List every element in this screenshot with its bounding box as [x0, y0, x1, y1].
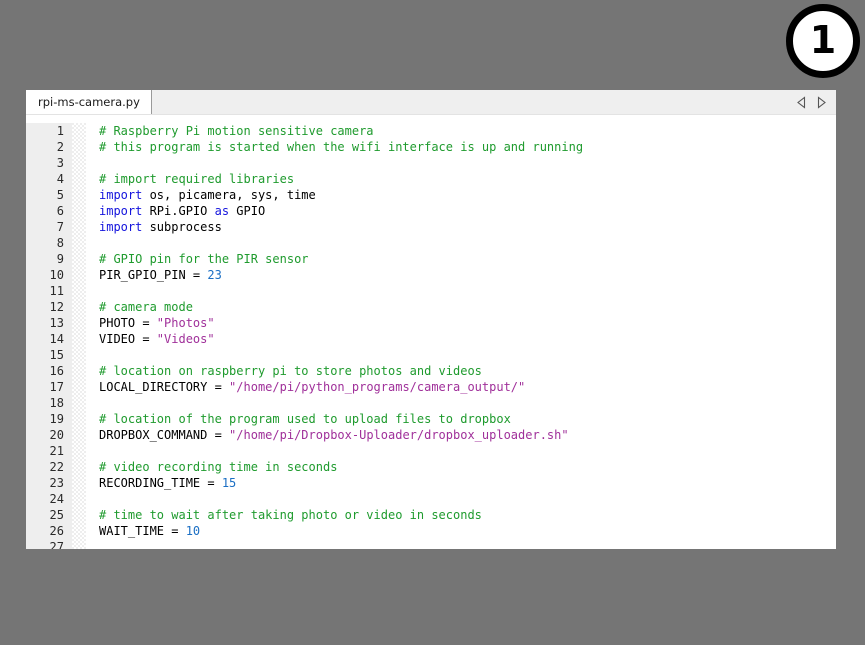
code-token-com: # video recording time in seconds [99, 460, 338, 474]
code-token-txt: PIR_GPIO_PIN = [99, 268, 208, 282]
code-token-str: "Photos" [156, 316, 215, 330]
line-number: 4 [56, 172, 64, 186]
line-number: 10 [49, 268, 64, 282]
triangle-right-icon[interactable] [816, 95, 827, 109]
code-token-num: 15 [221, 476, 237, 490]
step-number-label: 1 [809, 18, 837, 62]
line-number: 26 [49, 524, 64, 538]
code-content[interactable]: # Raspberry Pi motion sensitive camera # … [86, 123, 836, 549]
line-number: 21 [49, 444, 64, 458]
code-line: RECORDING_TIME = 15 [99, 475, 836, 491]
step-number-badge: 1 [786, 4, 860, 78]
line-number: 18 [49, 396, 64, 410]
line-number: 3 [56, 156, 64, 170]
code-line: # location of the program used to upload… [99, 411, 836, 427]
code-token-kw: as [214, 204, 230, 218]
code-token-com: # import required libraries [99, 172, 295, 186]
code-token-com: # Raspberry Pi motion sensitive camera [99, 124, 374, 138]
line-number: 13 [49, 316, 64, 330]
code-token-com: # GPIO pin for the PIR sensor [99, 252, 309, 266]
code-line: PHOTO = "Photos" [99, 315, 836, 331]
code-token-kw: import [99, 188, 143, 202]
code-token-txt: RECORDING_TIME = [99, 476, 222, 490]
line-number: 15 [49, 348, 64, 362]
code-token-txt: DROPBOX_COMMAND = [99, 428, 230, 442]
code-token-txt: WAIT_TIME = [99, 524, 186, 538]
tab-label: rpi-ms-camera.py [38, 95, 140, 109]
code-line: # import required libraries [99, 171, 836, 187]
line-number: 20 [49, 428, 64, 442]
line-number-gutter: 1 2 3 4 5 6 7 8 9 10 11 12 13 14 15 16 17 18 19 20 21 22 23 24 2… [26, 123, 72, 549]
code-token-num: 23 [207, 268, 222, 282]
code-line: DROPBOX_COMMAND = "/home/pi/Dropbox-Uplo… [99, 427, 836, 443]
code-token-com: # camera mode [99, 300, 193, 314]
line-number: 22 [49, 460, 64, 474]
line-number: 9 [56, 252, 64, 266]
gutter-fold-strip [72, 123, 86, 549]
line-number: 23 [49, 476, 64, 490]
code-token-txt: LOCAL_DIRECTORY = [99, 380, 230, 394]
code-line: import os, picamera, sys, time [99, 187, 836, 203]
line-number: 11 [49, 284, 64, 298]
code-token-com: # location on raspberry pi to store phot… [99, 364, 482, 378]
tab-navigation-controls [796, 90, 836, 114]
line-number: 25 [49, 508, 64, 522]
code-editor-window: rpi-ms-camera.py 1 2 3 4 5 6 7 8 9 10 11 12 13 14 15 16… [26, 90, 836, 549]
code-line: import subprocess [99, 219, 836, 235]
code-token-txt: GPIO [229, 204, 266, 218]
line-number: 8 [56, 236, 64, 250]
code-token-txt: os, picamera, sys, time [142, 188, 316, 202]
code-line: PIR_GPIO_PIN = 23 [99, 267, 836, 283]
editor-tab-bar: rpi-ms-camera.py [26, 90, 836, 115]
code-line: WAIT_TIME = 10 [99, 523, 836, 539]
line-number: 16 [49, 364, 64, 378]
code-token-com: # this program is started when the wifi … [99, 140, 584, 154]
code-token-txt: subprocess [142, 220, 222, 234]
line-number: 6 [56, 204, 64, 218]
tab-rpi-ms-camera-py[interactable]: rpi-ms-camera.py [26, 90, 152, 114]
code-line: # camera mode [99, 299, 836, 315]
code-token-str: "Videos" [156, 332, 215, 346]
code-token-num: 10 [185, 524, 201, 538]
line-number: 24 [49, 492, 64, 506]
code-line: import RPi.GPIO as GPIO [99, 203, 836, 219]
code-token-kw: import [99, 204, 143, 218]
code-line: # time to wait after taking photo or vid… [99, 507, 836, 523]
tab-bar-spacer [152, 90, 796, 114]
code-token-com: # time to wait after taking photo or vid… [99, 508, 482, 522]
code-token-txt: VIDEO = [99, 332, 157, 346]
code-line: # video recording time in seconds [99, 459, 836, 475]
code-line: # this program is started when the wifi … [99, 139, 836, 155]
code-token-str: "/home/pi/Dropbox-Uploader/dropbox_uploa… [229, 428, 569, 442]
code-line: # Raspberry Pi motion sensitive camera [99, 123, 836, 139]
line-number: 19 [49, 412, 64, 426]
line-number: 14 [49, 332, 64, 346]
code-line: VIDEO = "Videos" [99, 331, 836, 347]
code-line: LOCAL_DIRECTORY = "/home/pi/python_progr… [99, 379, 836, 395]
code-token-str: "/home/pi/python_programs/camera_output/… [229, 380, 526, 394]
line-number: 17 [49, 380, 64, 394]
line-number: 5 [56, 188, 64, 202]
code-token-txt: PHOTO = [99, 316, 157, 330]
line-number: 12 [49, 300, 64, 314]
code-token-txt: RPi.GPIO [142, 204, 215, 218]
code-line: # location on raspberry pi to store phot… [99, 363, 836, 379]
line-number: 1 [56, 124, 64, 138]
triangle-left-icon[interactable] [796, 95, 807, 109]
code-token-com: # location of the program used to upload… [99, 412, 511, 426]
line-number: 7 [56, 220, 64, 234]
code-token-kw: import [99, 220, 143, 234]
code-area[interactable]: 1 2 3 4 5 6 7 8 9 10 11 12 13 14 15 16 17 18 19 20 21 22 23 24 2… [26, 115, 836, 549]
line-number: 2 [56, 140, 64, 154]
code-line: # GPIO pin for the PIR sensor [99, 251, 836, 267]
line-number: 27 [49, 540, 64, 549]
